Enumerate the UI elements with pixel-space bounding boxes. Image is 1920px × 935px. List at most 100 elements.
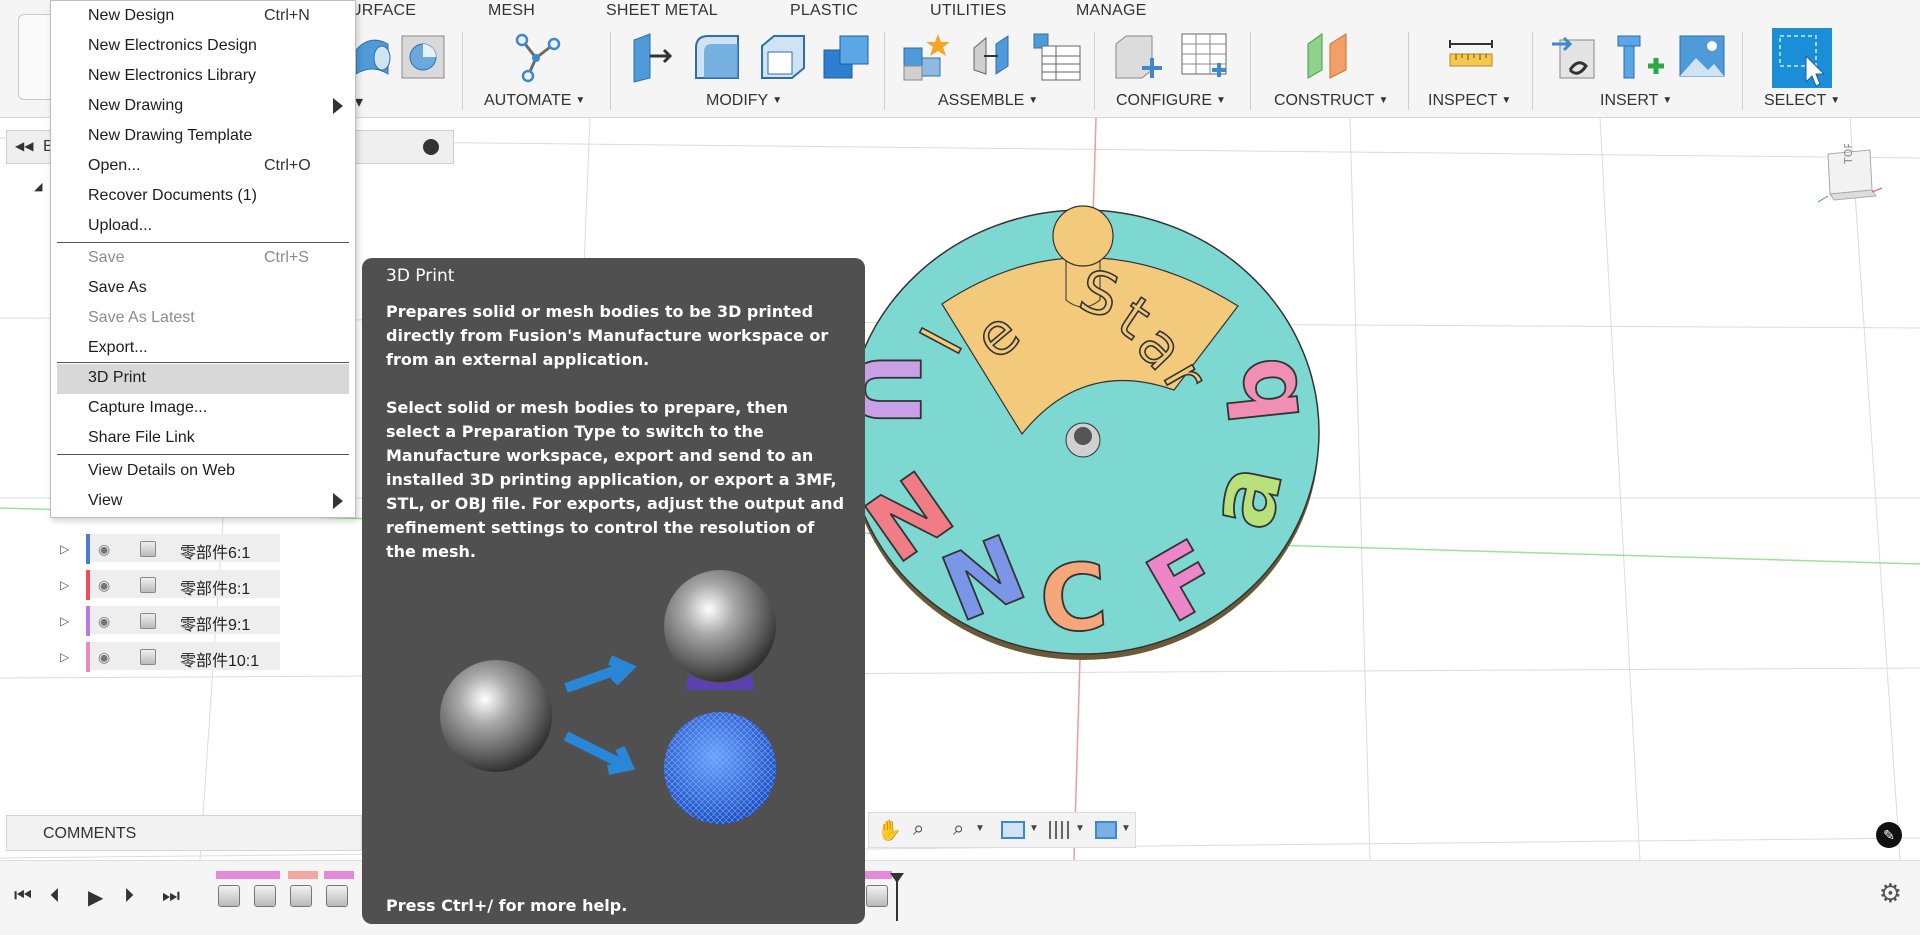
- browser-minimize-icon[interactable]: [423, 139, 439, 155]
- menu-share-file-link[interactable]: Share File Link: [57, 424, 349, 452]
- feedback-icon[interactable]: ✎: [1876, 822, 1902, 848]
- timeline-feature[interactable]: [218, 885, 240, 907]
- grid-settings-icon[interactable]: [1049, 821, 1071, 839]
- fillet-icon[interactable]: [690, 30, 744, 84]
- select-icon[interactable]: [1772, 28, 1832, 88]
- menu-open[interactable]: Open... Ctrl+O: [57, 152, 349, 180]
- browser-row-component-8[interactable]: ▷ ◉ 零部件8:1: [60, 570, 280, 600]
- 3d-print-illustration: [440, 570, 776, 824]
- timeline-feature[interactable]: [254, 885, 276, 907]
- configuration-table-icon[interactable]: [1178, 30, 1232, 84]
- insert-menu[interactable]: INSERT ▼: [1600, 92, 1672, 110]
- visibility-eye-icon[interactable]: ◉: [98, 649, 110, 666]
- component-icon: [140, 613, 156, 629]
- configure-icon[interactable]: [1112, 30, 1166, 84]
- tab-utilities[interactable]: UTILITIES: [930, 2, 1006, 20]
- menu-recover-documents[interactable]: Recover Documents (1): [57, 182, 349, 210]
- automate-menu[interactable]: AUTOMATE ▼: [484, 92, 585, 110]
- select-menu[interactable]: SELECT ▼: [1764, 92, 1840, 110]
- model-letter-b: b: [1208, 352, 1321, 429]
- tab-mesh[interactable]: MESH: [488, 2, 535, 20]
- new-component-icon[interactable]: [900, 30, 954, 84]
- component-icon: [140, 541, 156, 557]
- timeline-feature[interactable]: [290, 885, 312, 907]
- component-icon: [140, 577, 156, 593]
- tooltip-instructions: Select solid or mesh bodies to prepare, …: [386, 398, 845, 561]
- tooltip-title: 3D Print: [386, 266, 455, 286]
- visibility-eye-icon[interactable]: ◉: [98, 577, 110, 594]
- visibility-eye-icon[interactable]: ◉: [98, 613, 110, 630]
- bill-of-materials-icon[interactable]: [1030, 30, 1084, 84]
- play-icon[interactable]: ▶: [88, 885, 103, 910]
- menu-save[interactable]: Save Ctrl+S: [57, 244, 349, 272]
- pan-icon[interactable]: ✋: [877, 818, 902, 843]
- navigation-bar: ✋ ⌕ ⌕ ▼ ▼ ▼ ▼: [868, 812, 1136, 848]
- tooltip-help-hint: Press Ctrl+/ for more help.: [386, 896, 628, 915]
- collapse-browser-icon[interactable]: ◀◀: [15, 139, 33, 153]
- viewcube[interactable]: TOP: [1810, 144, 1890, 214]
- menu-new-drawing-template[interactable]: New Drawing Template: [57, 122, 349, 150]
- automate-icon[interactable]: [510, 30, 564, 84]
- create-sphere-icon[interactable]: [396, 30, 450, 84]
- viewports-icon[interactable]: [1095, 821, 1117, 839]
- assemble-menu[interactable]: ASSEMBLE ▼: [938, 92, 1038, 110]
- tab-sheet-metal[interactable]: SHEET METAL: [606, 2, 718, 20]
- step-back-icon[interactable]: ⏴: [50, 885, 60, 908]
- insert-mcmaster-icon[interactable]: [1612, 30, 1666, 84]
- insert-canvas-icon[interactable]: [1676, 30, 1730, 84]
- browser-expand-icon[interactable]: ◢: [34, 180, 42, 193]
- menu-export[interactable]: Export...: [57, 334, 349, 362]
- shell-icon[interactable]: [756, 30, 810, 84]
- menu-view-details-on-web[interactable]: View Details on Web: [57, 457, 349, 485]
- settings-gear-icon[interactable]: ⚙: [1879, 878, 1902, 909]
- submenu-arrow-icon: [333, 98, 343, 114]
- menu-view[interactable]: View: [57, 487, 349, 515]
- tooltip-3d-print: 3D Print Prepares solid or mesh bodies t…: [362, 258, 865, 924]
- menu-new-electronics-design[interactable]: New Electronics Design: [57, 32, 349, 60]
- create-caret[interactable]: ▾: [355, 92, 363, 112]
- comments-panel[interactable]: COMMENTS: [6, 815, 362, 851]
- zoom-icon[interactable]: ⌕: [953, 818, 964, 841]
- inspect-menu[interactable]: INSPECT ▼: [1428, 92, 1511, 110]
- tab-manage[interactable]: MANAGE: [1076, 2, 1147, 20]
- model-letter-C: C: [1036, 543, 1111, 654]
- zoom-caret-icon[interactable]: ▼: [975, 823, 985, 834]
- construct-plane-icon[interactable]: [1302, 30, 1356, 84]
- menu-new-drawing[interactable]: New Drawing: [57, 92, 349, 120]
- joint-icon[interactable]: [966, 30, 1020, 84]
- browser-row-component-6[interactable]: ▷ ◉ 零部件6:1: [60, 534, 280, 564]
- spinner-model[interactable]: l e S t a r U N N C F a b: [846, 190, 1346, 710]
- modify-menu[interactable]: MODIFY ▼: [706, 92, 782, 110]
- viewcube-top-label: TOP: [1842, 144, 1855, 165]
- zoom-window-icon[interactable]: ⌕: [913, 818, 924, 841]
- menu-new-design[interactable]: New Design Ctrl+N: [57, 2, 349, 30]
- menu-upload[interactable]: Upload...: [57, 212, 349, 240]
- press-pull-icon[interactable]: [626, 30, 680, 84]
- insert-derive-icon[interactable]: [1548, 30, 1602, 84]
- timeline: ⏮ ⏴ ▶ ⏵ ⏭: [0, 860, 1920, 935]
- configure-menu[interactable]: CONFIGURE ▼: [1116, 92, 1226, 110]
- menu-new-electronics-library[interactable]: New Electronics Library: [57, 62, 349, 90]
- browser-row-component-9[interactable]: ▷ ◉ 零部件9:1: [60, 606, 280, 636]
- menu-save-as[interactable]: Save As: [57, 274, 349, 302]
- display-settings-icon[interactable]: [1001, 821, 1025, 839]
- browser-row-component-10[interactable]: ▷ ◉ 零部件10:1: [60, 642, 280, 672]
- timeline-group-strip: [216, 871, 280, 879]
- tab-surface[interactable]: URFACE: [350, 2, 416, 20]
- timeline-feature[interactable]: [326, 885, 348, 907]
- menu-capture-image[interactable]: Capture Image...: [57, 394, 349, 422]
- measure-icon[interactable]: [1444, 30, 1498, 84]
- timeline-group-strip: [288, 871, 318, 879]
- submenu-arrow-icon: [333, 493, 343, 509]
- timeline-feature[interactable]: [866, 885, 888, 907]
- menu-3d-print[interactable]: 3D Print: [57, 364, 349, 394]
- tab-plastic[interactable]: PLASTIC: [790, 2, 858, 20]
- go-to-end-icon[interactable]: ⏭: [162, 885, 180, 908]
- step-forward-icon[interactable]: ⏵: [124, 885, 134, 908]
- go-to-start-icon[interactable]: ⏮: [14, 885, 32, 908]
- construct-menu[interactable]: CONSTRUCT ▼: [1274, 92, 1388, 110]
- tooltip-description: Prepares solid or mesh bodies to be 3D p…: [386, 302, 829, 369]
- visibility-eye-icon[interactable]: ◉: [98, 541, 110, 558]
- menu-save-as-latest[interactable]: Save As Latest: [57, 304, 349, 332]
- combine-icon[interactable]: [820, 30, 874, 84]
